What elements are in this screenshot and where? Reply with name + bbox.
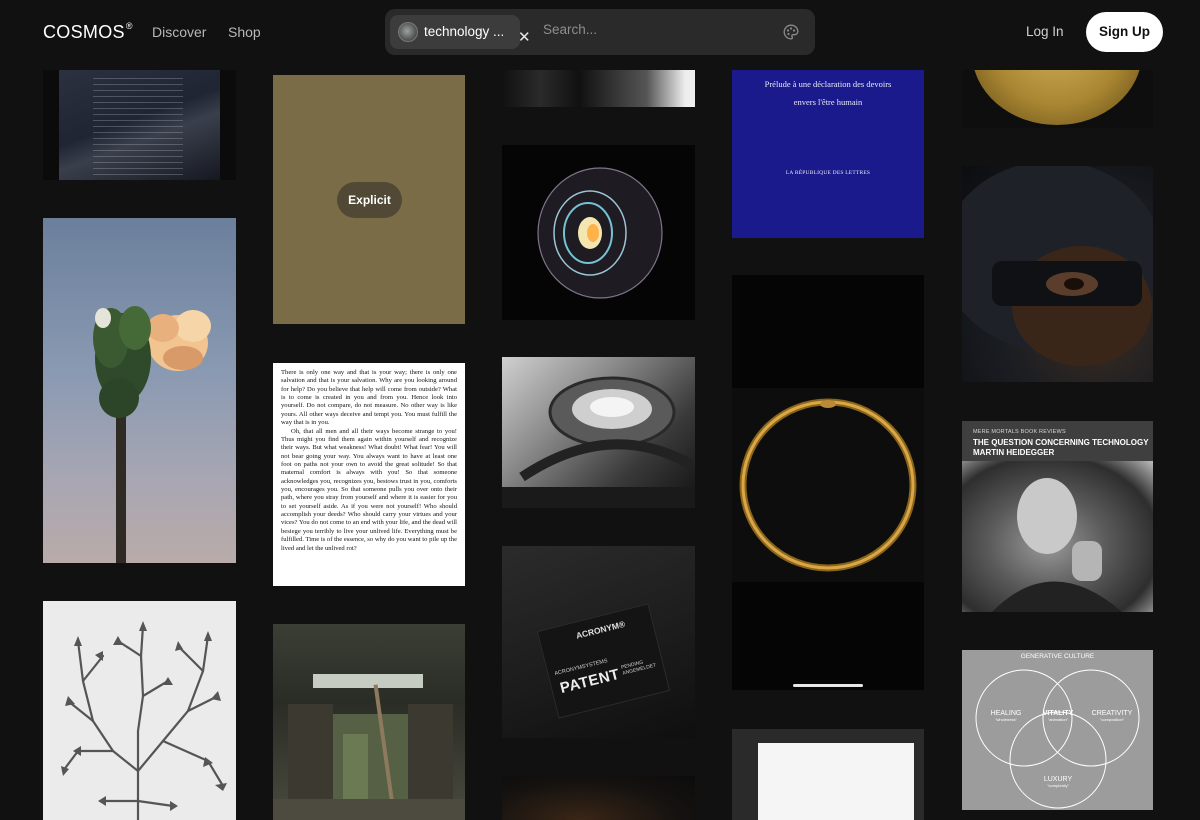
- cosmos-logo[interactable]: COSMOS®: [43, 21, 133, 43]
- blue-book-line-1: Prélude à une déclaration des devoirs: [764, 79, 892, 89]
- image-tile-white-book[interactable]: [732, 729, 924, 820]
- text-paragraph-2: Oh, that all men and all their ways beco…: [281, 427, 457, 552]
- image-tile-room[interactable]: [273, 624, 465, 820]
- overlay-text-lines: [93, 78, 183, 178]
- close-icon[interactable]: ✕: [518, 28, 531, 48]
- explicit-badge[interactable]: Explicit: [337, 182, 402, 218]
- text-paragraph-1: There is only one way and that is your w…: [281, 369, 457, 427]
- patent-label: ACRONYM® ACRONYMSYSTEMS PATENT PENDING A…: [536, 603, 671, 719]
- white-book-cover: [758, 743, 914, 820]
- blue-book-publisher: LA RÉPUBLIQUE DES LETTRES: [785, 170, 871, 176]
- image-tile-architecture[interactable]: [502, 357, 695, 508]
- gold-coin: [972, 70, 1142, 125]
- image-tile-helmet-portrait[interactable]: [962, 166, 1153, 382]
- image-tile-arrow-tree-drawing[interactable]: [43, 601, 236, 820]
- heidegger-title: THE QUESTION CONCERNING TECHNOLOGY MARTI…: [973, 438, 1149, 458]
- blue-book-line-2: envers l'être humain: [793, 97, 863, 107]
- image-tile-text-page[interactable]: There is only one way and that is your w…: [273, 363, 465, 586]
- search-filter-chip[interactable]: technology ... ✕: [390, 15, 531, 49]
- room-interior-photo: [273, 674, 465, 820]
- acronym-brand: ACRONYM®: [574, 618, 627, 641]
- helmet-portrait-photo: [962, 166, 1153, 366]
- architecture-photo: [502, 376, 695, 508]
- chip-thumbnail: [398, 22, 418, 42]
- tree-cloud-illustration: [93, 306, 211, 563]
- ouroboros-ring: [739, 398, 917, 572]
- image-tile-generative-culture[interactable]: GENERATIVE CULTURE HEALING "wholeness" VI…: [962, 650, 1153, 810]
- image-tile-suits[interactable]: [43, 70, 236, 180]
- venn-creativity: CREATIVITY "composition": [1091, 710, 1133, 722]
- light-sphere-render: [537, 167, 663, 299]
- venn-luxury: LUXURY "complexity": [1043, 776, 1073, 788]
- venn-healing: HEALING "wholeness": [990, 710, 1022, 722]
- search-input[interactable]: [543, 22, 763, 37]
- nav-shop-link[interactable]: Shop: [228, 24, 261, 40]
- venn-vitality: VITALITY "animation": [1042, 710, 1074, 722]
- palette-icon[interactable]: [783, 24, 799, 40]
- image-tile-dark-figure[interactable]: [502, 70, 695, 107]
- log-in-link[interactable]: Log In: [1026, 24, 1064, 39]
- image-tile-gold-coin[interactable]: [962, 70, 1153, 128]
- image-tile-gold-ring[interactable]: [732, 275, 924, 690]
- patent-pending: PENDING ANGEMELDET: [620, 659, 657, 677]
- nav-discover-link[interactable]: Discover: [152, 24, 206, 40]
- chip-label: technology ...: [424, 24, 505, 39]
- image-tile-light-sphere[interactable]: [502, 145, 695, 320]
- top-nav-bar: COSMOS® Discover Shop technology ... ✕ L…: [0, 0, 1200, 64]
- image-tile-heidegger[interactable]: MERE MORTALS BOOK REVIEWS THE QUESTION C…: [962, 421, 1153, 612]
- heidegger-series-label: MERE MORTALS BOOK REVIEWS: [973, 429, 1066, 435]
- home-indicator: [793, 684, 863, 687]
- image-tile-tree-cloud[interactable]: [43, 218, 236, 563]
- image-tile-dark-portrait[interactable]: [502, 776, 695, 820]
- sign-up-button[interactable]: Sign Up: [1086, 12, 1163, 52]
- image-tile-blue-book[interactable]: Prélude à une déclaration des devoirs en…: [732, 70, 924, 238]
- heidegger-photo: [962, 461, 1153, 612]
- search-bar[interactable]: technology ... ✕: [385, 9, 815, 55]
- image-tile-explicit[interactable]: Explicit: [273, 75, 465, 324]
- image-tile-acronym-patent[interactable]: ACRONYM® ACRONYMSYSTEMS PATENT PENDING A…: [502, 546, 695, 738]
- arrow-branches-drawing: [61, 621, 227, 820]
